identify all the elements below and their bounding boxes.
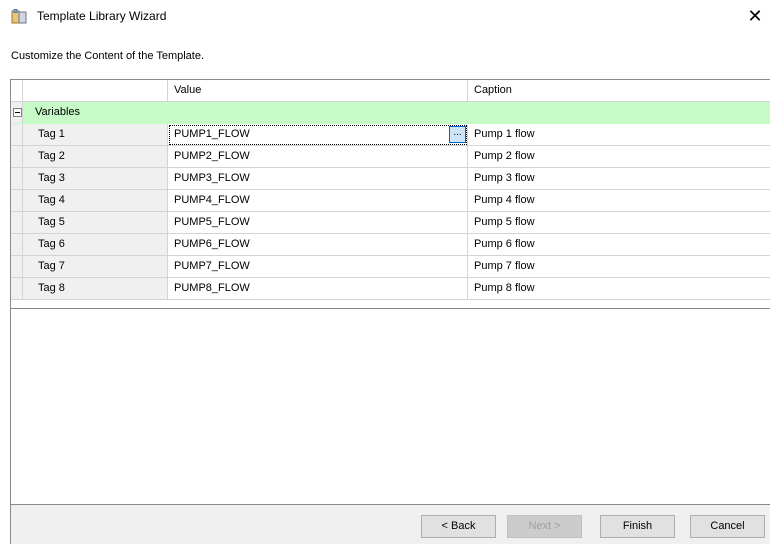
finish-button[interactable]: Finish — [600, 515, 675, 538]
property-caption[interactable]: Pump 2 flow — [468, 146, 770, 168]
category-caption — [468, 102, 770, 124]
header-indent — [11, 80, 23, 102]
property-name[interactable]: Tag 6 — [23, 234, 168, 256]
property-caption[interactable]: Pump 7 flow — [468, 256, 770, 278]
property-value[interactable]: PUMP4_FLOW — [168, 190, 468, 212]
property-caption[interactable]: Pump 6 flow — [468, 234, 770, 256]
category-row-variables[interactable]: Variables — [11, 102, 770, 124]
table-row[interactable]: Tag 6 PUMP6_FLOW Pump 6 flow — [11, 234, 770, 256]
property-value-text[interactable]: PUMP7_FLOW — [174, 260, 250, 272]
property-caption[interactable]: Pump 4 flow — [468, 190, 770, 212]
header-name — [23, 80, 168, 102]
row-indent — [11, 234, 23, 256]
window-title: Template Library Wizard — [37, 9, 167, 23]
property-value-text[interactable]: PUMP5_FLOW — [174, 216, 250, 228]
property-name[interactable]: Tag 1 — [23, 124, 168, 146]
row-indent — [11, 212, 23, 234]
close-button[interactable]: ✕ — [744, 6, 766, 28]
property-value-text[interactable]: PUMP4_FLOW — [174, 194, 250, 206]
property-caption[interactable]: Pump 3 flow — [468, 168, 770, 190]
property-value[interactable]: PUMP8_FLOW — [168, 278, 468, 300]
template-library-icon — [11, 9, 27, 24]
property-value-text[interactable]: PUMP1_FLOW — [174, 128, 250, 140]
property-value-text[interactable]: PUMP6_FLOW — [174, 238, 250, 250]
property-grid-frame: Value Caption Variables Tag 1 PUMP1_FLOW.… — [10, 79, 770, 505]
property-caption[interactable]: Pump 1 flow — [468, 124, 770, 146]
property-name[interactable]: Tag 7 — [23, 256, 168, 278]
wizard-footer: < Back Next > Finish Cancel — [10, 505, 770, 544]
row-indent — [11, 146, 23, 168]
table-row[interactable]: Tag 8 PUMP8_FLOW Pump 8 flow — [11, 278, 770, 300]
row-indent — [11, 256, 23, 278]
property-value[interactable]: PUMP2_FLOW — [168, 146, 468, 168]
title-bar: Template Library Wizard ✕ — [0, 0, 770, 34]
ellipsis-browse-button[interactable]: ... — [449, 126, 466, 143]
property-grid: Value Caption Variables Tag 1 PUMP1_FLOW.… — [11, 80, 770, 309]
row-indent — [11, 278, 23, 300]
table-row[interactable]: Tag 5 PUMP5_FLOW Pump 5 flow — [11, 212, 770, 234]
back-button[interactable]: < Back — [421, 515, 496, 538]
property-value[interactable]: PUMP6_FLOW — [168, 234, 468, 256]
next-button: Next > — [507, 515, 582, 538]
header-caption[interactable]: Caption — [468, 80, 770, 102]
table-row[interactable]: Tag 2 PUMP2_FLOW Pump 2 flow — [11, 146, 770, 168]
table-row[interactable]: Tag 4 PUMP4_FLOW Pump 4 flow — [11, 190, 770, 212]
header-value[interactable]: Value — [168, 80, 468, 102]
property-value[interactable]: PUMP5_FLOW — [168, 212, 468, 234]
collapse-minus-icon[interactable] — [13, 108, 22, 117]
property-value[interactable]: PUMP7_FLOW — [168, 256, 468, 278]
property-value-text[interactable]: PUMP2_FLOW — [174, 150, 250, 162]
property-caption[interactable]: Pump 5 flow — [468, 212, 770, 234]
cancel-button[interactable]: Cancel — [690, 515, 765, 538]
category-label: Variables — [23, 102, 168, 124]
property-name[interactable]: Tag 4 — [23, 190, 168, 212]
property-name[interactable]: Tag 5 — [23, 212, 168, 234]
close-icon: ✕ — [747, 6, 763, 26]
property-name[interactable]: Tag 3 — [23, 168, 168, 190]
category-value — [168, 102, 468, 124]
property-value[interactable]: PUMP1_FLOW... — [168, 124, 468, 146]
property-caption[interactable]: Pump 8 flow — [468, 278, 770, 300]
property-value-text[interactable]: PUMP3_FLOW — [174, 172, 250, 184]
row-indent — [11, 168, 23, 190]
property-value-text[interactable]: PUMP8_FLOW — [174, 282, 250, 294]
property-value[interactable]: PUMP3_FLOW — [168, 168, 468, 190]
row-indent — [11, 190, 23, 212]
grid-header-row: Value Caption — [11, 80, 770, 102]
row-indent — [11, 124, 23, 146]
property-name[interactable]: Tag 2 — [23, 146, 168, 168]
page-subtitle: Customize the Content of the Template. — [11, 50, 205, 62]
property-name[interactable]: Tag 8 — [23, 278, 168, 300]
table-row[interactable]: Tag 1 PUMP1_FLOW... Pump 1 flow — [11, 124, 770, 146]
table-row[interactable]: Tag 3 PUMP3_FLOW Pump 3 flow — [11, 168, 770, 190]
collapse-toggle[interactable] — [11, 102, 23, 124]
table-row[interactable]: Tag 7 PUMP7_FLOW Pump 7 flow — [11, 256, 770, 278]
